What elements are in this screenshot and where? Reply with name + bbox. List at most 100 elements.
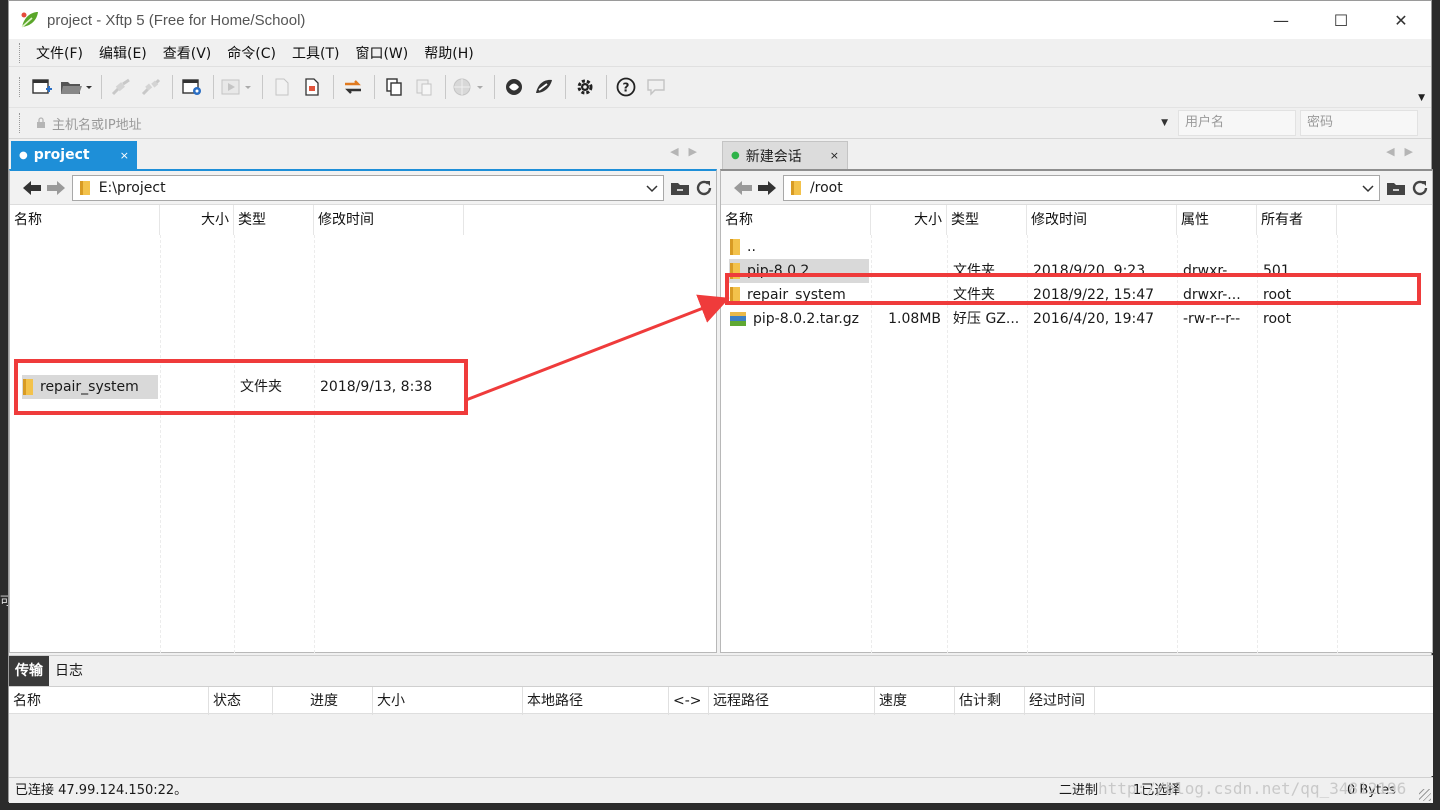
tab-new-session[interactable]: ● 新建会话 ×	[722, 141, 848, 169]
transfer-mode[interactable]: 二进制	[1059, 778, 1098, 804]
xshell-icon[interactable]	[500, 73, 528, 101]
file-size: 1.08MB	[888, 311, 941, 327]
password-input[interactable]: 密码	[1300, 110, 1418, 136]
host-dropdown-icon[interactable]: ▼	[1161, 118, 1168, 128]
list-item[interactable]: pip-8.0.2.tar.gz 1.08MB 好压 GZ... 2016/4/…	[721, 307, 1432, 331]
transfer-col-speed[interactable]: 速度	[875, 687, 955, 715]
tab-log[interactable]: 日志	[49, 656, 89, 686]
remote-path-input[interactable]: /root	[782, 174, 1381, 201]
tab-scroll-arrows-icon[interactable]: ◀▶	[670, 145, 707, 158]
col-modified[interactable]: 修改时间	[314, 205, 464, 235]
menubar-grip[interactable]	[19, 42, 22, 63]
connection-status: 已连接 47.99.124.150:22。	[15, 783, 188, 798]
menu-edit[interactable]: 编辑(E)	[91, 43, 155, 63]
new-file-icon[interactable]	[268, 73, 296, 101]
refresh-icon[interactable]	[692, 176, 716, 200]
transfer-col-local-path[interactable]: 本地路径	[523, 687, 669, 715]
minimize-button[interactable]: —	[1251, 1, 1311, 39]
menu-window[interactable]: 窗口(W)	[347, 43, 416, 63]
toolbar: ? ▼	[9, 67, 1431, 107]
toolbar-separator	[494, 75, 495, 99]
tab-label: project	[33, 147, 90, 163]
transfer-start-icon[interactable]	[219, 73, 255, 101]
tab-transfer[interactable]: 传输	[9, 656, 49, 686]
addressbar-grip[interactable]	[19, 113, 22, 133]
col-type[interactable]: 类型	[947, 205, 1027, 235]
col-owner[interactable]: 所有者	[1257, 205, 1337, 235]
menu-view[interactable]: 查看(V)	[155, 43, 220, 63]
menu-command[interactable]: 命令(C)	[219, 43, 284, 63]
new-folder-icon[interactable]	[1384, 176, 1408, 200]
copy-icon[interactable]	[380, 73, 408, 101]
resize-grip-icon[interactable]	[1419, 789, 1431, 801]
xmanager-icon[interactable]	[530, 73, 558, 101]
close-button[interactable]: ✕	[1371, 1, 1431, 39]
menu-file[interactable]: 文件(F)	[28, 43, 91, 63]
maximize-button[interactable]: ☐	[1311, 1, 1371, 39]
transfer-list[interactable]	[9, 714, 1433, 776]
file-name: pip-8.0.2.tar.gz	[753, 311, 860, 327]
toolbar-separator	[333, 75, 334, 99]
transfer-col-direction[interactable]: <->	[669, 687, 709, 715]
tab-project[interactable]: ● project ×	[11, 141, 137, 169]
tab-close-icon[interactable]: ×	[120, 149, 129, 162]
address-bar: 主机名或IP地址 ▼ 用户名 密码	[9, 107, 1431, 139]
paste-icon[interactable]	[410, 73, 438, 101]
folder-icon	[790, 180, 801, 195]
col-modified[interactable]: 修改时间	[1027, 205, 1177, 235]
local-path-input[interactable]: E:\project	[71, 174, 664, 201]
session-properties-icon[interactable]	[178, 73, 206, 101]
refresh-icon[interactable]	[1408, 176, 1432, 200]
col-size[interactable]: 大小	[160, 205, 234, 235]
settings-gear-icon[interactable]	[571, 73, 599, 101]
sync-arrows-icon[interactable]	[339, 73, 367, 101]
col-type[interactable]: 类型	[234, 205, 314, 235]
toolbar-separator	[213, 75, 214, 99]
col-size[interactable]: 大小	[871, 205, 947, 235]
file-modified: 2016/4/20, 19:47	[1033, 311, 1155, 327]
local-pane: ● project × ◀▶ E:\project 名称 ^ 大小 类型 修改时…	[9, 139, 717, 653]
col-attributes[interactable]: 属性	[1177, 205, 1257, 235]
xftp-window: project - Xftp 5 (Free for Home/School) …	[8, 0, 1433, 804]
host-input[interactable]: 主机名或IP地址 ▼	[28, 110, 1174, 136]
title-bar[interactable]: project - Xftp 5 (Free for Home/School) …	[9, 1, 1431, 39]
transfer-col-size[interactable]: 大小	[373, 687, 523, 715]
forward-arrow-icon[interactable]	[44, 176, 68, 200]
transfer-col-eta[interactable]: 估计剩	[955, 687, 1025, 715]
back-arrow-icon[interactable]	[20, 176, 44, 200]
transfer-col-name[interactable]: 名称	[9, 687, 209, 715]
local-path: E:\project	[98, 179, 166, 196]
toolbar-separator	[262, 75, 263, 99]
transfer-col-progress[interactable]: 进度	[273, 687, 373, 715]
disconnect-icon[interactable]	[137, 73, 165, 101]
new-session-icon[interactable]	[28, 73, 56, 101]
new-folder-icon[interactable]	[668, 176, 692, 200]
menu-tools[interactable]: 工具(T)	[284, 43, 347, 63]
chevron-down-icon[interactable]	[645, 180, 659, 196]
transfer-col-elapsed[interactable]: 经过时间	[1025, 687, 1095, 715]
back-arrow-icon[interactable]	[731, 176, 755, 200]
sort-ascending-icon: ^	[80, 205, 89, 212]
list-item[interactable]: ..	[721, 235, 1432, 259]
chevron-down-icon[interactable]	[1361, 180, 1375, 196]
tab-status-dot: ●	[19, 149, 28, 161]
file-name: ..	[747, 239, 756, 255]
globe-icon[interactable]	[451, 73, 487, 101]
transfer-col-remote-path[interactable]: 远程路径	[709, 687, 875, 715]
new-text-file-icon[interactable]	[298, 73, 326, 101]
tab-scroll-arrows-icon[interactable]: ◀▶	[1386, 145, 1423, 158]
forward-arrow-icon[interactable]	[755, 176, 779, 200]
chat-icon[interactable]	[642, 73, 670, 101]
toolbar-separator	[606, 75, 607, 99]
menu-help[interactable]: 帮助(H)	[416, 43, 481, 63]
toolbar-overflow-icon[interactable]: ▼	[1418, 93, 1425, 103]
help-icon[interactable]: ?	[612, 73, 640, 101]
remote-pane: ● 新建会话 × ◀▶ /root 名称 ^ 大小 类型 修改时间 属性 所有者…	[720, 139, 1433, 653]
tab-close-icon[interactable]: ×	[830, 149, 839, 162]
connect-icon[interactable]	[107, 73, 135, 101]
remote-path: /root	[809, 179, 843, 196]
toolbar-grip[interactable]	[19, 77, 22, 97]
transfer-col-status[interactable]: 状态	[209, 687, 273, 715]
username-input[interactable]: 用户名	[1178, 110, 1296, 136]
open-folder-icon[interactable]	[58, 73, 94, 101]
